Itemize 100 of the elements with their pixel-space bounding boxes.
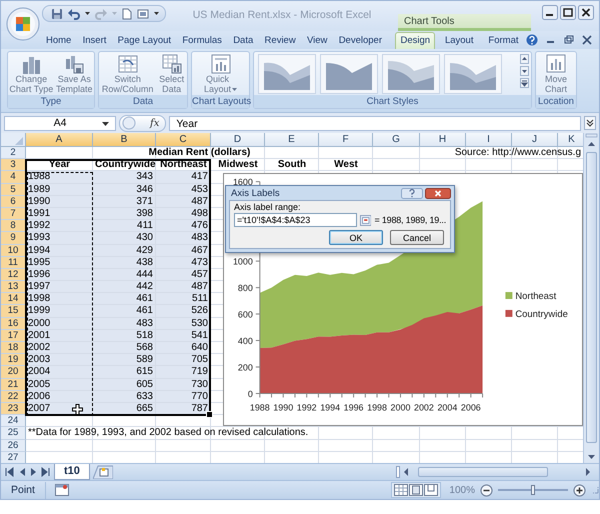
undo-icon[interactable] xyxy=(68,8,80,20)
scroll-right-button[interactable] xyxy=(583,466,593,478)
zoom-slider-thumb[interactable] xyxy=(531,485,535,495)
column-header[interactable]: E xyxy=(265,133,319,147)
chart-style-thumbnail[interactable] xyxy=(320,54,378,94)
fill-handle[interactable] xyxy=(206,411,213,418)
page-break-view-button[interactable] xyxy=(424,484,438,496)
ok-button[interactable]: OK xyxy=(329,230,383,245)
column-header[interactable]: B xyxy=(93,133,156,147)
zoom-in-button[interactable] xyxy=(573,484,586,496)
help-icon[interactable] xyxy=(526,34,538,46)
row-header[interactable]: 20 xyxy=(1,366,26,379)
zoom-out-button[interactable] xyxy=(480,484,493,496)
close-icon[interactable] xyxy=(582,35,592,45)
page-layout-view-button[interactable] xyxy=(409,484,424,496)
row-header[interactable]: 19 xyxy=(1,354,26,366)
ribbon-tab[interactable]: Design xyxy=(395,32,436,49)
column-header[interactable]: I xyxy=(466,133,512,147)
more-button[interactable] xyxy=(520,78,529,88)
row-header[interactable]: 14 xyxy=(1,293,26,306)
maximize-button[interactable] xyxy=(560,5,576,20)
split-handle-icon[interactable] xyxy=(396,466,400,478)
ribbon-button[interactable]: Select Data xyxy=(158,54,186,94)
sheet-tab[interactable]: t10 xyxy=(54,464,90,480)
ribbon-tab[interactable]: Developer xyxy=(334,32,387,49)
ribbon-tab[interactable]: Home xyxy=(41,32,76,49)
footnote: **Data for 1989, 1993, and 2002 based on revised calculations. xyxy=(27,427,310,440)
axis-label: 1990 xyxy=(273,402,294,412)
split-handle-icon[interactable] xyxy=(585,133,598,138)
row-header[interactable]: 27 xyxy=(1,452,26,463)
row-header[interactable]: 8 xyxy=(1,220,26,232)
row-header[interactable]: 13 xyxy=(1,281,26,294)
column-header[interactable]: H xyxy=(420,133,466,147)
axis-label: 2004 xyxy=(437,402,458,412)
normal-view-button[interactable] xyxy=(394,484,408,496)
row-header[interactable]: 26 xyxy=(1,440,26,452)
insert-sheet-icon[interactable] xyxy=(92,465,113,479)
scroll-thumb[interactable] xyxy=(586,152,598,443)
ribbon-button[interactable]: Change Chart Type xyxy=(8,54,54,94)
expand-icon[interactable] xyxy=(584,116,596,130)
chart-style-thumbnail[interactable] xyxy=(258,54,316,94)
row-header[interactable]: 2 xyxy=(1,147,26,160)
row-header[interactable]: 24 xyxy=(1,415,26,428)
scroll-down-button[interactable] xyxy=(520,66,529,76)
help-button[interactable] xyxy=(401,188,423,198)
table-cell: 1997 xyxy=(26,281,93,294)
name-box[interactable]: A4 xyxy=(4,116,116,130)
ribbon-tab[interactable]: Data xyxy=(228,32,258,49)
ribbon-tab[interactable]: Page Layout xyxy=(112,32,176,49)
cancel-button[interactable]: Cancel xyxy=(390,230,444,245)
column-header[interactable]: A xyxy=(26,133,93,147)
column-header[interactable]: K xyxy=(558,133,584,147)
column-header[interactable]: D xyxy=(211,133,265,147)
row-header[interactable]: 15 xyxy=(1,305,26,318)
ribbon-tab[interactable]: Insert xyxy=(78,32,112,49)
collapse-dialog-button[interactable] xyxy=(360,214,372,226)
ribbon-tab[interactable]: Layout xyxy=(440,32,478,49)
ribbon-button[interactable]: Quick Layout xyxy=(202,54,238,94)
ribbon-button[interactable]: Move Chart xyxy=(544,54,568,94)
close-button[interactable] xyxy=(425,188,451,198)
table-cell: 411 xyxy=(93,220,156,232)
column-header[interactable]: F xyxy=(319,133,373,147)
ribbon-button[interactable]: Save As Template xyxy=(55,54,94,94)
caret-icon[interactable] xyxy=(102,122,109,126)
macro-record-icon[interactable] xyxy=(54,484,69,496)
ribbon-tab[interactable]: Review xyxy=(260,32,301,49)
resize-grip-icon[interactable] xyxy=(591,486,599,494)
row-header[interactable]: 25 xyxy=(1,427,26,440)
input-field[interactable]: ='t10'!$A$4:$A$23 xyxy=(234,213,357,227)
close-button[interactable] xyxy=(578,5,594,20)
minimize-button[interactable] xyxy=(542,5,558,20)
scroll-thumb[interactable] xyxy=(418,467,548,477)
table-cell: 461 xyxy=(93,293,156,306)
table-cell: 568 xyxy=(93,342,156,354)
restore-icon[interactable] xyxy=(564,35,574,45)
chart-style-thumbnail[interactable] xyxy=(382,54,440,94)
sheet-nav-arrow-icon[interactable] xyxy=(5,467,14,477)
caret-icon[interactable] xyxy=(154,12,159,15)
chart-style-thumbnail[interactable] xyxy=(444,54,502,94)
column-header[interactable]: J xyxy=(512,133,558,147)
table-cell: 2002 xyxy=(26,342,93,354)
row-header[interactable]: 18 xyxy=(1,342,26,354)
save-icon[interactable] xyxy=(51,8,63,20)
column-header[interactable]: C xyxy=(156,133,211,147)
scroll-up-button[interactable] xyxy=(520,54,529,64)
ribbon-tab[interactable]: Format xyxy=(483,32,524,49)
formula-field[interactable]: Year xyxy=(169,116,581,130)
insert-function-button[interactable]: fx xyxy=(150,118,160,128)
caret-icon[interactable] xyxy=(85,12,90,15)
sheet-nav-arrow-icon[interactable] xyxy=(41,467,50,477)
column-header[interactable]: G xyxy=(373,133,420,147)
row-header[interactable]: 9 xyxy=(1,232,26,244)
document-icon[interactable] xyxy=(122,8,132,20)
window-icon[interactable] xyxy=(137,8,149,20)
row-header[interactable]: 3 xyxy=(1,159,26,172)
ribbon-tab[interactable]: Formulas xyxy=(177,32,227,49)
ribbon-tab[interactable]: View xyxy=(302,32,332,49)
row-header[interactable]: 4 xyxy=(1,171,26,184)
ribbon-button[interactable]: Switch Row/Column xyxy=(100,54,154,94)
axis-label: 2006 xyxy=(460,402,481,412)
